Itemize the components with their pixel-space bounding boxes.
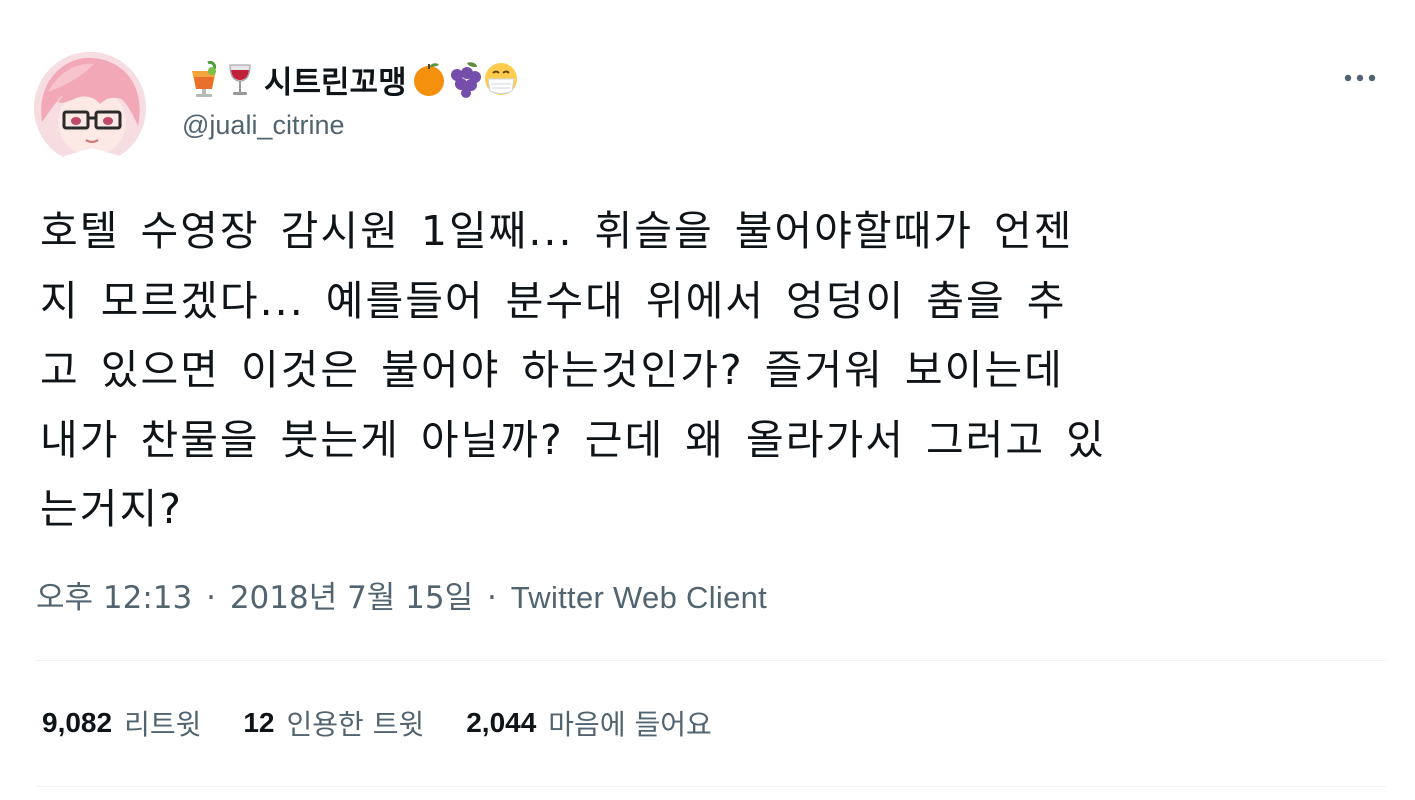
- avatar[interactable]: [34, 52, 146, 164]
- tropical-drink-icon: [186, 59, 222, 99]
- tweet-source-link[interactable]: Twitter Web Client: [511, 580, 767, 615]
- wine-glass-icon: [222, 59, 258, 99]
- likes-count: 2,044: [466, 707, 537, 738]
- meta-separator: ·: [487, 580, 497, 616]
- tweet-text-line: 호텔 수영장 감시원 1일째... 휘슬을 불어야할때가 언젠: [40, 207, 1074, 255]
- tangerine-icon: [411, 59, 447, 99]
- grapes-icon: [447, 59, 483, 99]
- tweet-time[interactable]: 오후 12:13: [36, 580, 192, 616]
- quotes-count: 12: [243, 707, 275, 738]
- more-horizontal-icon: [1344, 74, 1376, 82]
- likes-label: 마음에 들어요: [548, 708, 712, 741]
- user-handle[interactable]: @juali_citrine: [182, 110, 344, 141]
- tweet-text: 호텔 수영장 감시원 1일째... 휘슬을 불어야할때가 언젠 지 모르겠다..…: [40, 197, 1390, 545]
- tweet-card: 시트린꼬맹 @juali_citrine 호텔 수영장 감시원 1일째... 휘…: [0, 0, 1415, 800]
- avatar-image: [34, 52, 146, 164]
- quotes-stat[interactable]: 12 인용한 트윗: [243, 703, 424, 743]
- tweet-meta: 오후 12:13 · 2018년 7월 15일 · Twitter Web Cl…: [36, 574, 767, 622]
- tweet-text-line: 내가 찬물을 붓는게 아닐까? 근데 왜 올라가서 그러고 있: [40, 415, 1106, 464]
- tweet-text-line: 고 있으면 이것은 불어야 하는것인가? 즐거워 보이는데: [40, 346, 1064, 394]
- more-button[interactable]: [1338, 60, 1382, 96]
- divider: [36, 660, 1386, 661]
- tweet-text-line: 지 모르겠다... 예를들어 분수대 위에서 엉덩이 춤을 추: [40, 276, 1067, 325]
- tweet-date[interactable]: 2018년 7월 15일: [230, 580, 473, 616]
- retweets-stat[interactable]: 9,082 리트윗: [42, 703, 201, 743]
- face-with-medical-mask-icon: [483, 59, 519, 99]
- divider: [36, 786, 1386, 787]
- likes-stat[interactable]: 2,044 마음에 들어요: [466, 703, 712, 743]
- display-name[interactable]: 시트린꼬맹: [186, 54, 519, 104]
- quotes-label: 인용한 트윗: [286, 708, 425, 741]
- display-name-text: 시트린꼬맹: [264, 64, 407, 101]
- meta-separator: ·: [206, 580, 216, 616]
- tweet-text-line: 는거지?: [40, 485, 183, 533]
- tweet-stats: 9,082 리트윗 12 인용한 트윗 2,044 마음에 들어요: [42, 698, 754, 748]
- retweets-label: 리트윗: [124, 708, 202, 741]
- retweets-count: 9,082: [42, 707, 113, 738]
